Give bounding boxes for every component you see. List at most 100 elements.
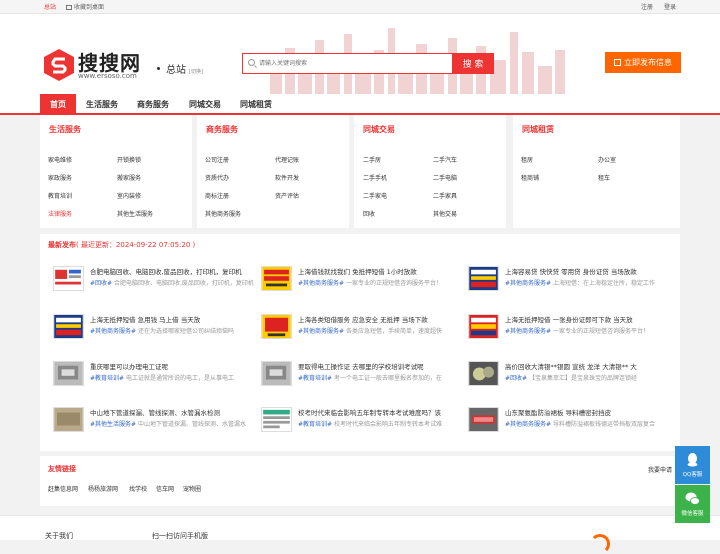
category-link[interactable]: 室内装修 <box>117 191 141 200</box>
category-link[interactable]: 教育培训 <box>48 191 72 200</box>
search-input[interactable] <box>259 57 449 70</box>
qq-service-button[interactable]: QQ客服 <box>675 446 710 484</box>
post-item[interactable]: 上海无抵押短借 一张身份证即可下款 当天放 #其他商务服务# 一家专业的正规短借… <box>468 314 674 348</box>
post-tag[interactable]: #其他生活服务# <box>90 421 136 428</box>
category-link[interactable]: 二手汽车 <box>433 155 457 164</box>
post-item[interactable]: 重庆哪里可以办理电工证呢 #教育培训# 电工证就是通常所说的电工，是从事电工 <box>53 361 259 395</box>
nav-local-trade[interactable]: 同城交易 <box>183 94 227 115</box>
search-button[interactable]: 搜 索 <box>452 53 494 74</box>
category-link[interactable]: 软件开发 <box>275 173 299 182</box>
post-tag[interactable]: #回收# <box>505 375 527 382</box>
city-selector[interactable]: 总站 [切换] <box>157 61 203 76</box>
wechat-service-button[interactable]: 微信客服 <box>675 485 710 523</box>
category-title[interactable]: 生活服务 <box>49 124 81 135</box>
post-thumbnail[interactable] <box>53 266 84 291</box>
category-link[interactable]: 代理记账 <box>275 155 299 164</box>
post-title[interactable]: 上海借钱就找我们 免抵押短借 1小时放款 <box>298 266 466 276</box>
category-link[interactable]: 其他交易 <box>433 209 457 218</box>
category-link[interactable]: 资质代办 <box>205 173 229 182</box>
post-title[interactable]: 上海无抵押短借 一张身份证即可下款 当天放 <box>505 314 673 324</box>
post-thumbnail[interactable] <box>468 407 499 432</box>
apply-link[interactable]: 我要申请 <box>648 465 672 474</box>
category-title[interactable]: 同城交易 <box>363 124 395 135</box>
post-title[interactable]: 校考时代来临会影响五年制专转本考试难度吗？该 <box>298 407 466 417</box>
post-item[interactable]: 上海各类短借服务 应急安全 无抵押 当场下款 #其他商务服务# 各类应急短借，手… <box>261 314 467 348</box>
nav-local-rental[interactable]: 同城租赁 <box>234 94 278 115</box>
post-item[interactable]: 要取得电工操作证 去哪里的学校培训考试呢 #教育培训# 考一个电工证一般去哪里报… <box>261 361 467 395</box>
category-link-highlight[interactable]: 法律服务 <box>48 209 72 218</box>
post-tag[interactable]: #其他商务服务# <box>505 328 551 335</box>
category-link[interactable]: 家电维修 <box>48 155 72 164</box>
post-info-button[interactable]: 立即发布信息 <box>605 52 681 73</box>
post-tag[interactable]: #其他商务服务# <box>90 328 136 335</box>
category-link[interactable]: 开锁换锁 <box>117 155 141 164</box>
post-title[interactable]: 要取得电工操作证 去哪里的学校培训考试呢 <box>298 361 466 371</box>
category-link[interactable]: 二手房 <box>363 155 381 164</box>
friend-link[interactable]: 宠物圈 <box>183 484 201 493</box>
category-link[interactable]: 公司注册 <box>205 155 229 164</box>
post-thumbnail[interactable] <box>261 314 292 339</box>
post-thumbnail[interactable] <box>468 314 499 339</box>
post-thumbnail[interactable] <box>261 266 292 291</box>
post-item[interactable]: 合肥电脑回收、电脑回收,废品回收，打印机，复印机 #回收# 合肥电脑回收、电脑回… <box>53 266 259 300</box>
post-title[interactable]: 重庆哪里可以办理电工证呢 <box>90 361 258 371</box>
post-tag[interactable]: #其他商务服务# <box>505 280 551 287</box>
category-link[interactable]: 商标注册 <box>205 191 229 200</box>
post-thumbnail[interactable] <box>261 407 292 432</box>
post-item[interactable]: 校考时代来临会影响五年制专转本考试难度吗？该 #教育培训# 校考时代来临会影响五… <box>261 407 467 441</box>
post-item[interactable]: 山东聚氨酯防溢裙板 导料槽密封挡皮 #其他商务服务# 导料槽防溢裙板钱德运带挡板… <box>468 407 674 441</box>
post-thumbnail[interactable] <box>468 266 499 291</box>
post-tag[interactable]: #其他商务服务# <box>505 421 551 428</box>
post-title[interactable]: 上海无抵押短借 急用钱 马上借 当天放 <box>90 314 258 324</box>
category-title[interactable]: 商务服务 <box>206 124 238 135</box>
category-link[interactable]: 二手电脑 <box>433 173 457 182</box>
city-switch-link[interactable]: [切换] <box>189 69 203 75</box>
friend-link[interactable]: 找学校 <box>129 484 147 493</box>
category-link[interactable]: 租车 <box>598 173 610 182</box>
category-link[interactable]: 租商铺 <box>521 173 539 182</box>
category-link[interactable]: 其他生活服务 <box>117 209 153 218</box>
post-tag[interactable]: #教育培训# <box>298 421 332 428</box>
post-tag[interactable]: #回收# <box>90 280 112 287</box>
post-thumbnail[interactable] <box>53 361 84 386</box>
category-link[interactable]: 家政服务 <box>48 173 72 182</box>
category-title[interactable]: 同城租赁 <box>522 124 554 135</box>
post-tag[interactable]: #教育培训# <box>90 375 124 382</box>
register-link[interactable]: 注册 <box>641 4 653 11</box>
post-item[interactable]: 上海无抵押短借 急用钱 马上借 当天放 #其他商务服务# 还在为选择哪家短借公司… <box>53 314 259 348</box>
bookmark-link[interactable]: 收藏到桌面 <box>74 4 104 11</box>
nav-business-services[interactable]: 商务服务 <box>131 94 175 115</box>
post-thumbnail[interactable] <box>53 314 84 339</box>
top-site-link[interactable]: 总站 <box>44 4 56 11</box>
friend-link[interactable]: 赶集信息网 <box>48 484 78 493</box>
post-title[interactable]: 山东聚氨酯防溢裙板 导料槽密封挡皮 <box>505 407 673 417</box>
category-link[interactable]: 办公室 <box>598 155 616 164</box>
post-title[interactable]: 中山地下管道探漏、管线探测、水管漏水检测 <box>90 407 258 417</box>
post-thumbnail[interactable] <box>53 407 84 432</box>
post-tag[interactable]: #教育培训# <box>298 375 332 382</box>
logo-icon[interactable] <box>44 49 74 81</box>
post-title[interactable]: 高价回收大清银**银圆 宣统 龙洋 大清银** 大 <box>505 361 673 371</box>
post-item[interactable]: 高价回收大清银**银圆 宣统 龙洋 大清银** 大 #回收# 【宝泉集萃汇】是宝… <box>468 361 674 395</box>
friend-link[interactable]: 信车网 <box>156 484 174 493</box>
nav-life-services[interactable]: 生活服务 <box>80 94 124 115</box>
post-title[interactable]: 上海容易贷 快快贷 零用贷 身份证贷 当场放款 <box>505 266 673 276</box>
category-link[interactable]: 二手手机 <box>363 173 387 182</box>
login-link[interactable]: 登录 <box>664 4 676 11</box>
category-link[interactable]: 二手家电 <box>363 191 387 200</box>
category-link[interactable]: 搬家服务 <box>117 173 141 182</box>
post-title[interactable]: 上海各类短借服务 应急安全 无抵押 当场下款 <box>298 314 466 324</box>
category-link[interactable]: 资产评估 <box>275 191 299 200</box>
category-link[interactable]: 租房 <box>521 155 533 164</box>
category-link[interactable]: 其他商务服务 <box>205 209 241 218</box>
post-thumbnail[interactable] <box>468 361 499 386</box>
post-tag[interactable]: #其他商务服务# <box>298 328 344 335</box>
category-link[interactable]: 二手家具 <box>433 191 457 200</box>
friend-link[interactable]: 杨杨旅游网 <box>88 484 118 493</box>
post-tag[interactable]: #其他商务服务# <box>298 280 344 287</box>
category-link[interactable]: 回收 <box>363 209 375 218</box>
nav-home[interactable]: 首页 <box>40 94 76 115</box>
post-title[interactable]: 合肥电脑回收、电脑回收,废品回收，打印机，复印机 <box>90 266 258 276</box>
post-item[interactable]: 中山地下管道探漏、管线探测、水管漏水检测 #其他生活服务# 中山地下管道探漏、管… <box>53 407 259 441</box>
post-thumbnail[interactable] <box>261 361 292 386</box>
